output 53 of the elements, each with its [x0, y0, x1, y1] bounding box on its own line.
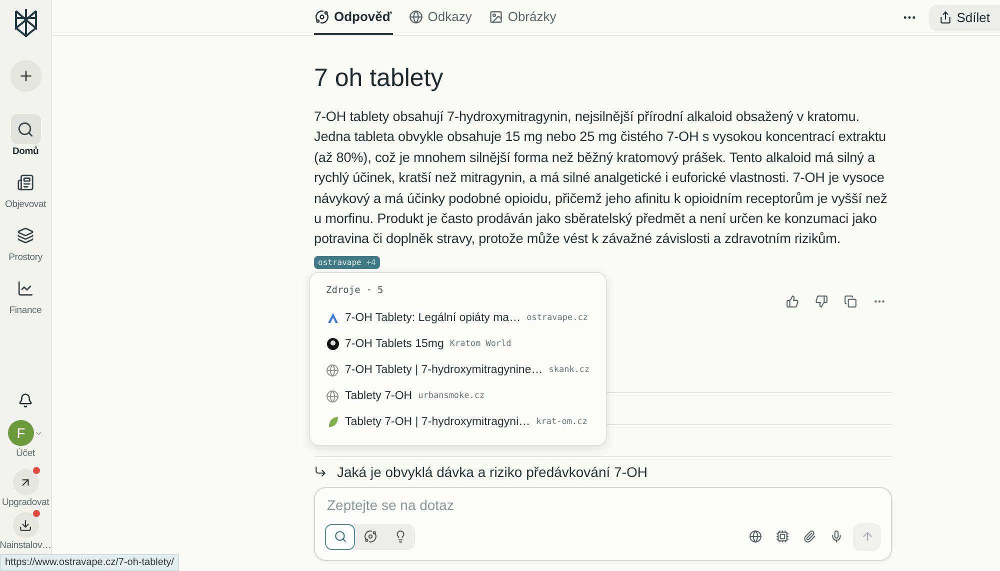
globe-icon — [326, 390, 339, 402]
chip-icon[interactable] — [776, 530, 789, 544]
nav-label[interactable]: Upgradovat — [2, 497, 50, 508]
source-link[interactable]: 7-OH Tablety | 7-hydroxymitragynine… skank.cz — [326, 357, 592, 383]
microphone-icon[interactable] — [830, 530, 843, 544]
tab[interactable]: Obrázky — [488, 0, 558, 35]
nav-label[interactable]: Domů — [12, 146, 39, 157]
related-question[interactable]: Jaká je obvyklá dávka a riziko předávkování 7-OH — [337, 464, 648, 480]
download-icon — [19, 518, 32, 532]
source-link[interactable]: Tablety 7-OH urbansmoke.cz — [326, 383, 592, 409]
thumbs-up-icon[interactable] — [786, 294, 799, 308]
new-thread-button[interactable] — [10, 60, 42, 92]
bell-icon[interactable] — [18, 393, 33, 408]
search-icon — [334, 530, 346, 544]
nav-label[interactable]: Prostory — [8, 252, 42, 263]
source-link[interactable]: 7-OH Tablety: Legální opiáty ma… ostravape.cz — [326, 305, 592, 331]
globe-icon[interactable] — [749, 530, 762, 544]
triangle-icon — [326, 312, 338, 324]
share-button[interactable]: Sdílet — [928, 4, 1000, 30]
answer-text: 7-OH tablety obsahují 7-hydroxymitragynin, nejsilnější přírodní alkaloid obsažený v kratomu. Jedna tableta obvykle obsahuje 15 mg nebo 25 mg čistého 7-OH s vysokou koncentrací extraktu (až 80%), což je mnohem silnější forma než běžný kratomový prášek. Tento alkaloid má silný a rychlý účinek, kratší než mitragynin, a má silné analgetické i euforické vlastnosti. 7-OH je vysoce návykový a má účinky podobné opioidu, přičemž jeho afinitu k opioidním receptorům je vyšší než u morfinu. Produkt je často prodáván jako sběratelský předmět a není určen ke konzumaci jako potravina či doplněk stravy, protože může vést k závažné závislosti a zdravotním rizikům. — [314, 108, 888, 248]
tab[interactable]: Odkazy — [408, 0, 473, 35]
source-link[interactable]: Tablety 7-OH | 7-hydroxymitragyni… krat-om.cz — [326, 409, 592, 435]
orbit-icon — [315, 10, 329, 24]
plus-icon — [18, 68, 34, 84]
status-url: https://www.ostravape.cz/7-oh-tablety/ — [0, 554, 179, 571]
nav-label[interactable]: Účet — [16, 448, 35, 459]
popup-title: Zdroje · 5 — [326, 285, 384, 296]
upgrade-button[interactable] — [12, 469, 38, 495]
copy-icon[interactable] — [844, 294, 857, 308]
image-icon — [488, 10, 503, 24]
mode-button[interactable] — [325, 524, 355, 550]
share-icon — [938, 11, 952, 24]
install-button[interactable] — [12, 512, 38, 538]
emblem-icon — [326, 338, 338, 350]
lightbulb-icon — [394, 530, 406, 544]
globe-icon — [326, 364, 339, 376]
nav-label[interactable]: Objevovat — [5, 199, 46, 210]
source-link[interactable]: 7-OH Tablets 15mg Kratom World — [326, 331, 592, 357]
logo-icon — [12, 8, 38, 38]
arrow-up-icon — [860, 530, 874, 544]
nav-icon[interactable] — [10, 114, 40, 144]
answer-title: 7 oh tablety — [314, 64, 444, 93]
tab[interactable]: Odpověď — [314, 0, 393, 35]
leaf-icon — [326, 416, 338, 428]
avatar[interactable]: F — [8, 420, 34, 446]
paperclip-icon[interactable] — [803, 530, 816, 544]
nav-label[interactable]: Nainstalov… — [0, 540, 52, 551]
nav-label[interactable]: Finance — [9, 305, 42, 316]
reply-arrow-icon — [314, 465, 327, 478]
orbit-icon — [364, 530, 376, 544]
globe-icon — [408, 10, 423, 24]
thumbs-down-icon[interactable] — [815, 294, 828, 308]
citation-badge[interactable]: ostravape +4 — [314, 256, 380, 269]
